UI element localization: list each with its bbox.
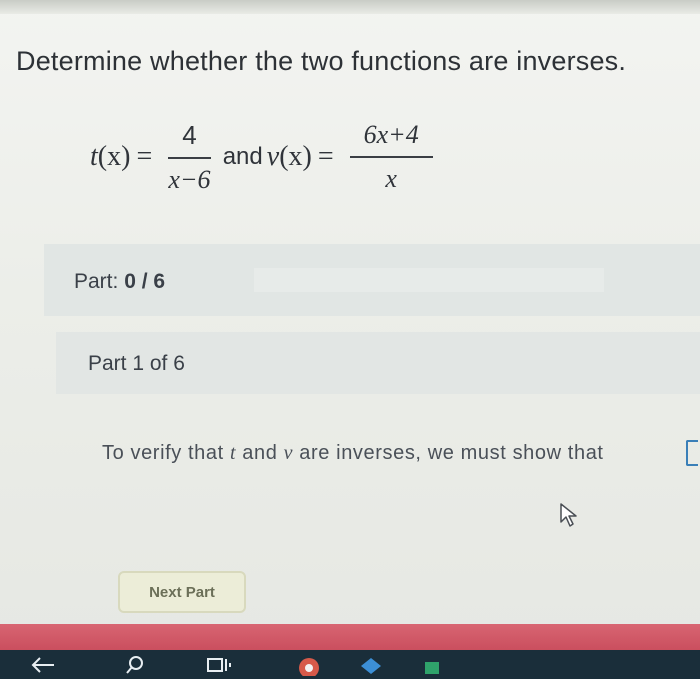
function-1-numerator: 4 <box>168 120 211 159</box>
instruction-prefix: To verify that <box>102 442 224 464</box>
function-2-numerator: 6x+4 <box>349 120 433 158</box>
browser-app-icon[interactable] <box>296 654 322 676</box>
function-1-argument: (x) <box>97 141 131 172</box>
instruction-var-2: v <box>283 442 294 464</box>
store-app-icon[interactable] <box>422 654 442 676</box>
back-arrow-icon[interactable] <box>28 654 58 676</box>
taskbar <box>0 650 700 679</box>
subpart-label: Part 1 of 6 <box>88 352 185 375</box>
function-1-name: t <box>90 141 98 172</box>
search-icon[interactable] <box>124 654 146 676</box>
part-progress-panel: Part: 0 / 6 <box>44 244 700 316</box>
part-progress-label: Part: 0 / 6 <box>74 270 165 294</box>
function-2-argument: (x) <box>279 141 312 172</box>
instruction-var-1: t <box>229 442 237 464</box>
answer-bracket-icon <box>686 440 700 466</box>
function-definitions: t (x) = 4 x−6 and v (x) = 6x+4 x <box>90 112 439 202</box>
screen-top-edge <box>0 0 700 14</box>
task-view-icon[interactable] <box>206 654 232 676</box>
instruction-suffix: are inverses, we must show that <box>299 442 604 464</box>
question-title: Determine whether the two functions are … <box>16 46 627 76</box>
conjunction-text: and <box>222 143 263 170</box>
subpart-header[interactable]: Part 1 of 6 <box>56 332 700 394</box>
part-progress-prefix: Part: <box>74 270 119 293</box>
instruction-text: To verify that t and v are inverses, we … <box>102 442 604 465</box>
function-1-equals: = <box>136 141 153 172</box>
function-2-equals: = <box>317 141 334 172</box>
next-part-button[interactable]: Next Part <box>118 571 246 613</box>
function-1-fraction: 4 x−6 <box>168 120 211 195</box>
part-progress-track <box>254 268 604 292</box>
mail-app-icon[interactable] <box>358 654 384 676</box>
app-screen: Determine whether the two functions are … <box>0 0 700 654</box>
function-2-denominator: x <box>385 164 397 193</box>
function-1-denominator: x−6 <box>168 164 211 194</box>
instruction-middle: and <box>242 442 278 464</box>
function-2-fraction: 6x+4 x <box>349 120 433 194</box>
function-2-name: v <box>266 141 280 172</box>
part-progress-value: 0 / 6 <box>124 270 166 293</box>
pointer-arrow-icon <box>560 503 577 527</box>
